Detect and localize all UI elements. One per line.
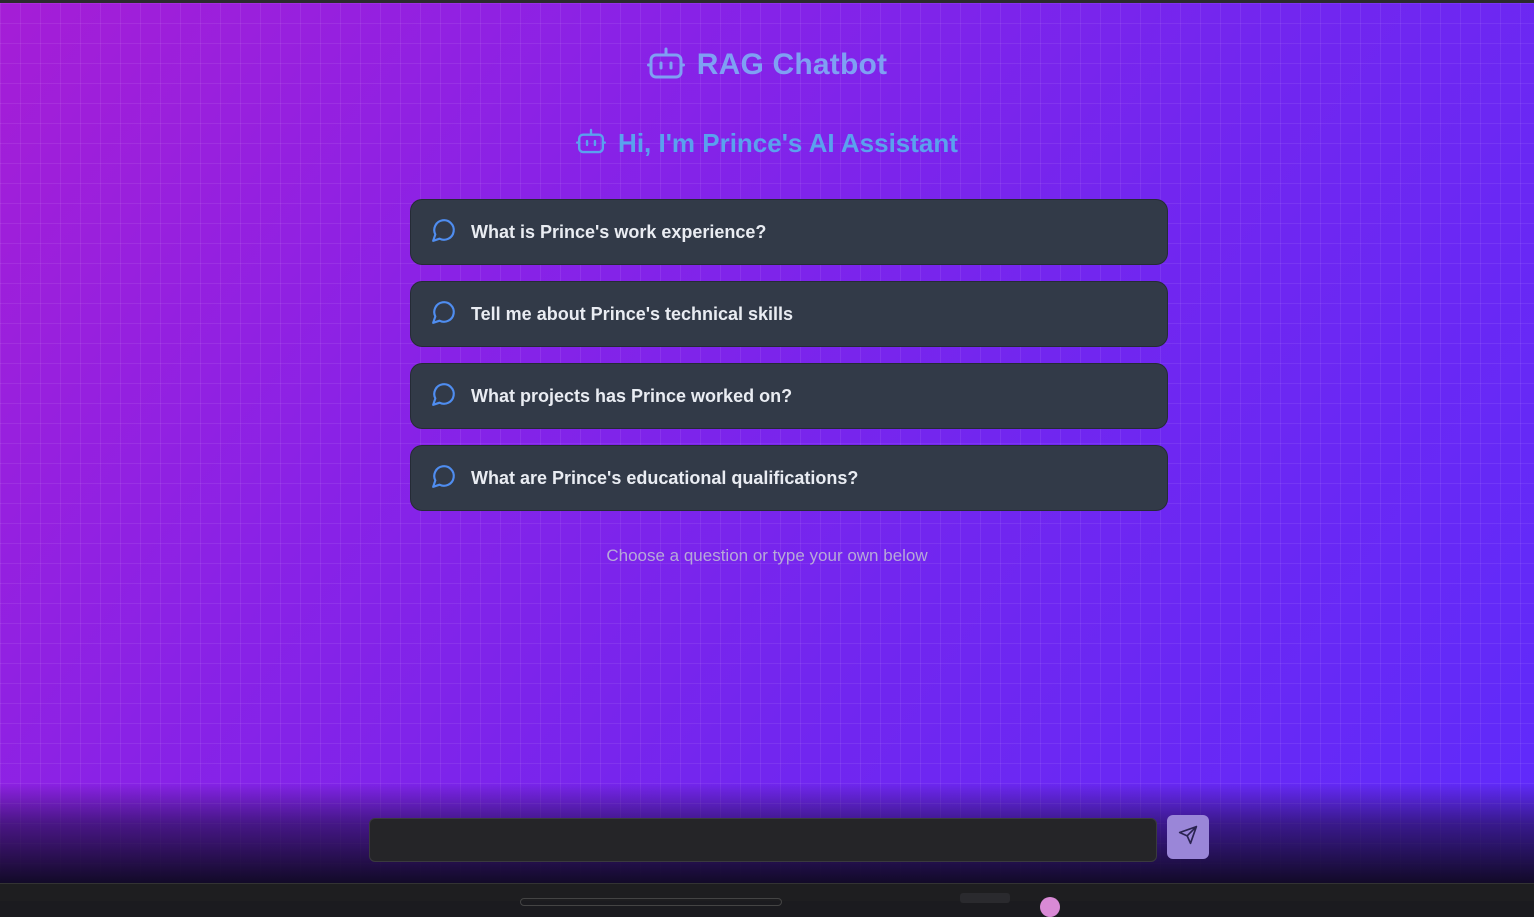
chat-bubble-icon — [431, 463, 457, 494]
chat-bubble-icon — [431, 217, 457, 248]
chat-page: RAG Chatbot Hi, I'm Prince's AI Assistan… — [0, 3, 1534, 883]
suggested-question-work-experience[interactable]: What is Prince's work experience? — [410, 199, 1168, 265]
suggested-question-technical-skills[interactable]: Tell me about Prince's technical skills — [410, 281, 1168, 347]
question-label: What is Prince's work experience? — [471, 221, 767, 242]
suggested-questions: What is Prince's work experience? Tell m… — [410, 199, 1168, 527]
message-input[interactable] — [369, 818, 1157, 862]
taskbar — [0, 883, 1534, 917]
send-icon — [1178, 825, 1198, 850]
suggested-question-education[interactable]: What are Prince's educational qualificat… — [410, 445, 1168, 511]
assistant-greeting: Hi, I'm Prince's AI Assistant — [0, 123, 1534, 163]
question-label: What projects has Prince worked on? — [471, 385, 793, 406]
send-button[interactable] — [1167, 815, 1209, 859]
taskbar-item[interactable] — [960, 893, 1010, 903]
taskbar-app-icon[interactable] — [1040, 897, 1060, 917]
hint-text: Choose a question or type your own below — [606, 546, 928, 565]
greeting-text: Hi, I'm Prince's AI Assistant — [618, 127, 958, 158]
question-label: What are Prince's educational qualificat… — [471, 467, 859, 488]
suggested-question-projects[interactable]: What projects has Prince worked on? — [410, 363, 1168, 429]
app-header: RAG Chatbot — [0, 43, 1534, 87]
taskbar-search[interactable] — [520, 898, 782, 906]
robot-icon — [646, 46, 685, 85]
chat-bubble-icon — [431, 299, 457, 330]
robot-icon — [576, 127, 607, 160]
question-label: Tell me about Prince's technical skills — [471, 303, 794, 324]
chat-bubble-icon — [431, 381, 457, 412]
app-title: RAG Chatbot — [696, 48, 888, 81]
